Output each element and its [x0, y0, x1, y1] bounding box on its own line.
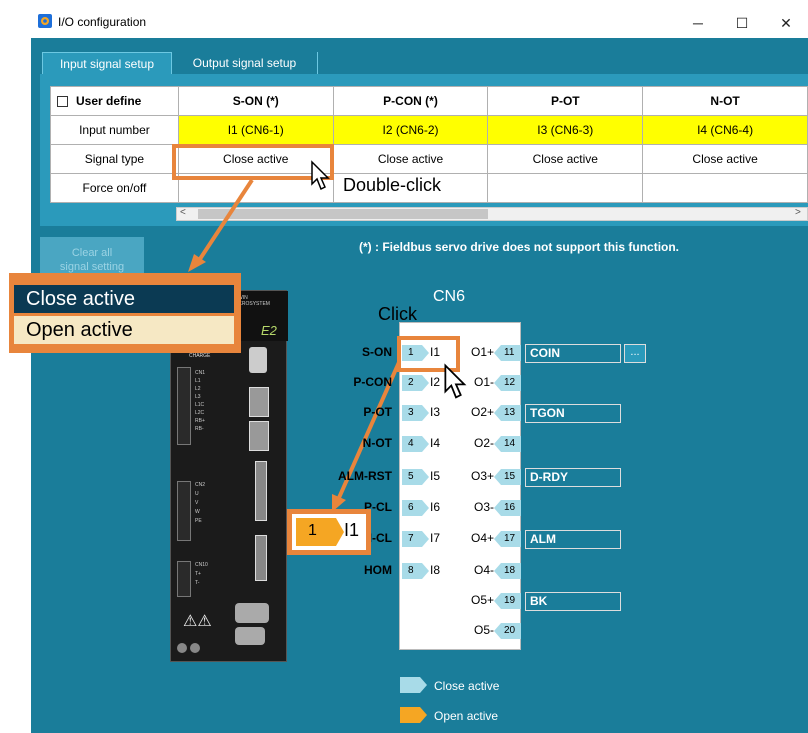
input-pin-number: 3 — [408, 407, 414, 418]
output-pin-number: 20 — [504, 625, 516, 636]
output-pin-number: 14 — [504, 438, 516, 449]
output-pin-name: O3- — [473, 500, 494, 514]
input-signal-label: P-OT — [363, 405, 392, 419]
zoomed-pin: 1 I1 — [292, 514, 366, 550]
output-pin-number: 15 — [504, 471, 516, 482]
input-pin-name: I4 — [430, 436, 441, 450]
input-pin-name: I5 — [430, 469, 441, 483]
dropdown-option-close-active[interactable]: Close active — [14, 285, 234, 313]
input-pin-number: 6 — [408, 502, 414, 513]
output-pin-number: 12 — [504, 377, 516, 388]
legend-close-active-shape — [400, 677, 428, 698]
output-signal-box[interactable]: BK — [525, 592, 621, 611]
legend-close-active-label: Close active — [434, 679, 500, 693]
input-pin-number: 4 — [408, 438, 414, 449]
input-signal-label: S-ON — [362, 345, 392, 359]
input-pin-name: I2 — [430, 375, 441, 389]
input-pin-name: I6 — [430, 500, 441, 514]
output-pin-number: 18 — [504, 565, 516, 576]
output-pin-number: 16 — [504, 502, 516, 513]
output-pin-name: O2- — [473, 436, 494, 450]
output-signal-box[interactable]: TGON — [525, 404, 621, 423]
zoomed-pin-name: I1 — [344, 520, 360, 540]
output-pin-name: O4- — [473, 563, 494, 577]
input-pin-name: I7 — [430, 531, 441, 545]
cn6-title: CN6 — [433, 288, 466, 305]
drive-model: E2 — [261, 323, 277, 338]
output-pin-name: O2+ — [470, 405, 494, 419]
input-pin-name: I3 — [430, 405, 441, 419]
cursor-icon — [443, 362, 469, 407]
click-annotation: Click — [378, 304, 417, 324]
output-pin-number: 19 — [504, 595, 516, 606]
input-pin-number: 8 — [408, 565, 414, 576]
output-pin-number: 13 — [504, 407, 516, 418]
input-signal-label: HOM — [364, 563, 392, 577]
legend-open-active-label: Open active — [434, 709, 499, 723]
output-pin-name: O4+ — [470, 531, 494, 545]
output-pin-name: O3+ — [470, 469, 494, 483]
input-pin-number: 7 — [408, 533, 414, 544]
output-signal-box[interactable]: D-RDY — [525, 468, 621, 487]
legend-open-active-shape — [400, 707, 428, 728]
output-browse-button[interactable]: ... — [624, 344, 646, 363]
output-pin-name: O5+ — [470, 593, 494, 607]
input-signal-label: ALM-RST — [338, 469, 392, 483]
input-signal-label: N-OT — [362, 436, 392, 450]
input-pin-name: I8 — [430, 563, 441, 577]
output-pin-name: O1+ — [470, 345, 494, 359]
output-signal-box[interactable]: COIN — [525, 344, 621, 363]
input-signal-label: P-CON — [353, 375, 392, 389]
output-pin-name: O5- — [473, 623, 494, 637]
output-pin-number: 17 — [504, 533, 516, 544]
output-pin-number: 11 — [504, 347, 515, 358]
dropdown-option-open-active[interactable]: Open active — [14, 316, 234, 344]
drive-labels-2: CN2 U V W PE — [195, 482, 206, 524]
warning-icon: ⚠⚠ — [183, 613, 212, 630]
drive-labels: CN1 L1 L2 L3 L1C L2C RB+ RB- — [195, 370, 206, 432]
zoomed-pin-number: 1 — [308, 522, 317, 539]
input-pin-number: 5 — [408, 471, 414, 482]
drive-charge-label: CHARGE — [189, 353, 211, 359]
drive-labels-3: CN10 T+ T- — [195, 562, 208, 586]
input-pin-number: 2 — [408, 377, 414, 388]
output-signal-box[interactable]: ALM — [525, 530, 621, 549]
